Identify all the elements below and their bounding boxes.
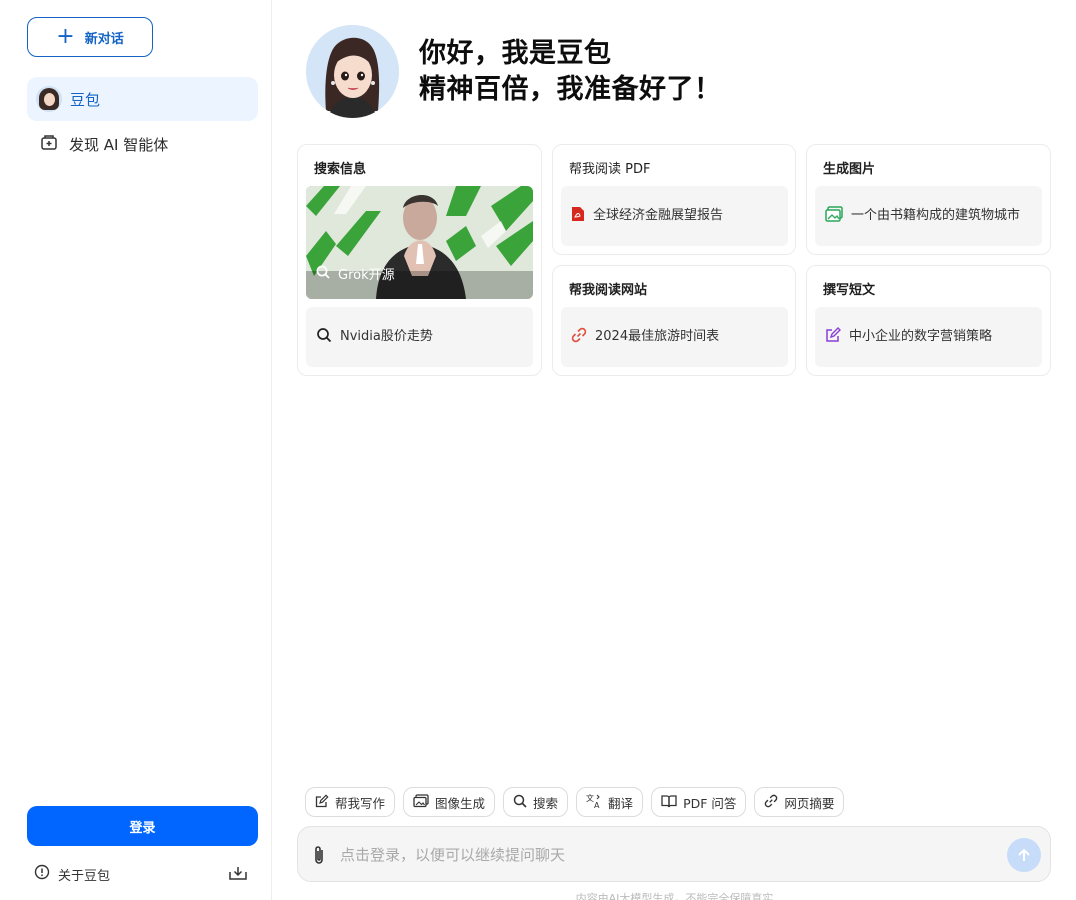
greeting-line-2: 精神百倍，我准备好了！ xyxy=(419,74,722,105)
tool-label: 搜索 xyxy=(533,795,559,811)
suggestion-book-city[interactable]: 一个由书籍构成的建筑物城市 xyxy=(815,186,1042,246)
tool-web-summary[interactable]: 网页摘要 xyxy=(754,787,845,817)
sidebar-item-doubao[interactable]: 豆包 xyxy=(27,77,258,121)
tool-image-generate[interactable]: 图像生成 xyxy=(403,787,496,817)
tool-search[interactable]: 搜索 xyxy=(503,787,569,817)
translate-icon: 文A xyxy=(586,793,602,812)
tool-label: 帮我写作 xyxy=(335,795,386,811)
chat-input[interactable] xyxy=(340,843,990,867)
about-doubao-link[interactable]: 关于豆包 xyxy=(34,864,110,884)
agent-store-icon xyxy=(40,133,58,155)
search-icon xyxy=(513,794,527,811)
chip-text: Nvidia股价走势 xyxy=(340,329,433,344)
image-icon xyxy=(825,206,843,226)
doubao-hero-avatar xyxy=(306,25,399,118)
quick-tools-bar: 帮我写作 图像生成 搜索 文A 翻译 PDF 问答 网页摘要 xyxy=(305,787,845,817)
card-title: 帮我阅读 PDF xyxy=(569,162,651,177)
chip-text: 中小企业的数字营销策略 xyxy=(849,329,993,344)
card-title: 撰写短文 xyxy=(823,283,876,298)
tool-label: 网页摘要 xyxy=(784,795,835,811)
chip-text: 2024最佳旅游时间表 xyxy=(595,329,720,344)
sidebar-item-label: 发现 AI 智能体 xyxy=(69,135,169,154)
tool-translate[interactable]: 文A 翻译 xyxy=(576,787,644,817)
arrow-up-icon xyxy=(1018,848,1030,861)
sidebar: + 新对话 豆包 发现 AI 智能体 登录 关于豆包 xyxy=(0,0,272,900)
card-title: 帮我阅读网站 xyxy=(569,283,648,298)
greeting: 你好，我是豆包 精神百倍，我准备好了！ xyxy=(419,36,722,108)
svg-text:文: 文 xyxy=(586,793,594,803)
doubao-avatar xyxy=(36,86,62,112)
tool-label: 翻译 xyxy=(608,795,634,811)
new-chat-label: 新对话 xyxy=(84,31,124,47)
svg-text:A: A xyxy=(594,801,600,809)
tool-pdf-qa[interactable]: PDF 问答 xyxy=(651,787,747,817)
card-search-info: 搜索信息 Grok开源 Nvidia股价走势 xyxy=(297,144,542,376)
plus-icon: + xyxy=(56,24,75,49)
chip-text: 一个由书籍构成的建筑物城市 xyxy=(851,208,1021,223)
card-write-article: 撰写短文 中小企业的数字营销策略 xyxy=(806,265,1051,376)
chat-input-box xyxy=(297,826,1051,882)
chip-text: 全球经济金融展望报告 xyxy=(593,208,724,223)
suggestion-pdf-report[interactable]: 全球经济金融展望报告 xyxy=(561,186,788,246)
card-title: 搜索信息 xyxy=(314,162,367,177)
ai-disclaimer: 内容由AI大模型生成，不能完全保障真实 xyxy=(575,892,774,900)
card-generate-image: 生成图片 一个由书籍构成的建筑物城市 xyxy=(806,144,1051,255)
book-icon xyxy=(661,794,677,811)
greeting-line-1: 你好，我是豆包 xyxy=(419,38,612,69)
download-app-icon[interactable] xyxy=(228,864,248,886)
card-title: 生成图片 xyxy=(823,162,876,177)
suggestion-digital-marketing[interactable]: 中小企业的数字营销策略 xyxy=(815,307,1042,367)
search-icon xyxy=(316,265,330,283)
suggestion-grok-open-source[interactable]: Grok开源 xyxy=(306,186,533,299)
image-icon xyxy=(413,793,429,811)
edit-icon xyxy=(825,327,841,347)
sidebar-item-discover-agents[interactable]: 发现 AI 智能体 xyxy=(27,122,258,166)
send-button[interactable] xyxy=(1007,838,1041,872)
info-icon xyxy=(34,864,50,884)
attachment-icon[interactable] xyxy=(312,844,326,870)
suggestion-nvidia-stock[interactable]: Nvidia股价走势 xyxy=(306,307,533,367)
sidebar-item-label: 豆包 xyxy=(70,90,101,109)
edit-icon xyxy=(315,793,329,811)
search-icon xyxy=(316,327,332,347)
card-read-website: 帮我阅读网站 2024最佳旅游时间表 xyxy=(552,265,796,376)
card-read-pdf: 帮我阅读 PDF 全球经济金融展望报告 xyxy=(552,144,796,255)
image-chip-text: Grok开源 xyxy=(338,268,395,283)
pdf-icon xyxy=(571,206,585,226)
image-chip-label: Grok开源 xyxy=(316,264,395,283)
main-area: 你好，我是豆包 精神百倍，我准备好了！ 搜索信息 Grok开源 Nvidia股价… xyxy=(273,0,1076,900)
tool-label: 图像生成 xyxy=(435,795,486,811)
new-chat-button[interactable]: + 新对话 xyxy=(27,17,153,57)
link-icon xyxy=(764,794,778,811)
login-button[interactable]: 登录 xyxy=(27,806,258,846)
suggestion-travel-schedule[interactable]: 2024最佳旅游时间表 xyxy=(561,307,788,367)
about-label: 关于豆包 xyxy=(58,868,111,884)
tool-label: PDF 问答 xyxy=(683,795,737,811)
link-icon xyxy=(571,327,587,347)
app-root: + 新对话 豆包 发现 AI 智能体 登录 关于豆包 你好，我是豆包 精神百倍，… xyxy=(0,0,1076,900)
tool-help-write[interactable]: 帮我写作 xyxy=(305,787,396,817)
